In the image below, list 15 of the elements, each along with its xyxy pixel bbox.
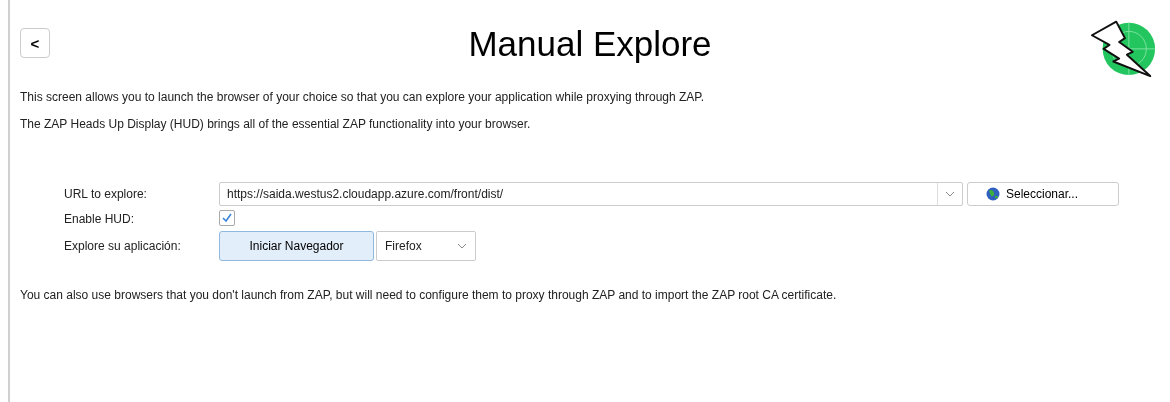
intro-text: The ZAP Heads Up Display (HUD) brings all of the essential ZAP functionality into your browser.: [20, 117, 532, 131]
launch-browser-button[interactable]: Iniciar Navegador: [219, 231, 374, 261]
explore-label: Explore su aplicación:: [64, 239, 182, 253]
globe-icon: [986, 187, 1000, 201]
back-button[interactable]: <: [20, 28, 50, 58]
url-label: URL to explore:: [64, 187, 148, 201]
chevron-down-icon: [457, 243, 467, 249]
select-button[interactable]: Seleccionar...: [967, 182, 1119, 206]
url-combo-field[interactable]: https://saida.westus2.cloudapp.azure.com/front/dist/: [219, 182, 963, 206]
hud-label: Enable HUD:: [64, 211, 136, 226]
browser-dropdown[interactable]: Firefox: [376, 231, 476, 261]
intro-text: This screen allows you to launch the browser of your choice so that you can explore your application while proxying through ZAP.: [20, 90, 706, 104]
hud-checkbox[interactable]: [219, 210, 235, 226]
footer-text: You can also use browsers that you don't launch from ZAP, but will need to configure them to proxy through ZAP and to import the ZAP root CA certificate.: [20, 288, 838, 302]
page-title: Manual Explore: [467, 24, 713, 64]
